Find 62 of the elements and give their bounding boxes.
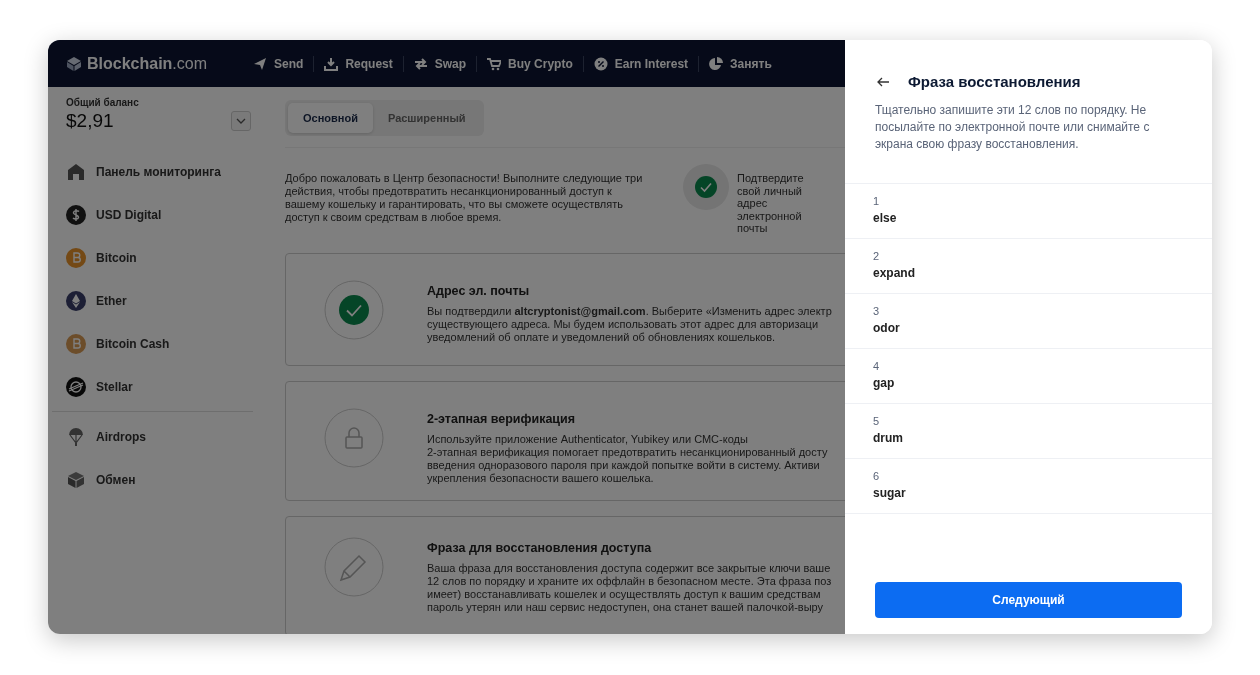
tab[interactable]: Расширенный — [372, 103, 481, 133]
recovery-word: odor — [873, 321, 901, 335]
nav-link[interactable]: Занять — [699, 56, 782, 71]
sidebar-item[interactable]: Bitcoin Cash — [48, 322, 263, 365]
panel-title: Фраза восстановления — [908, 73, 1081, 90]
card-description: Ваша фраза для восстановления доступа содержит все закрытые ключи ваше 12 слов по порядку и храните их оффлайн в безопасном месте. Эта фраза поз имеет) восстанавливать кошелек и осуществлять доступ к вашим средствам пароль утерян или наш сервис недоступен, она станет вашей палочкой-выру — [427, 561, 832, 614]
nav-link[interactable]: Swap — [403, 56, 477, 71]
lock-circle-icon — [324, 407, 384, 468]
recovery-word: drum — [873, 431, 904, 445]
word-number: 6 — [873, 470, 881, 482]
dollar-coin-icon — [66, 204, 86, 225]
pie-chart-icon — [709, 56, 724, 71]
bitcoin-coin-icon — [66, 247, 86, 268]
cube-icon — [66, 469, 86, 490]
card-title: Фраза для восстановления доступа — [427, 540, 653, 555]
word-number: 3 — [873, 305, 881, 317]
sidebar-item[interactable]: Обмен — [48, 458, 263, 501]
sidebar-item[interactable]: Stellar — [48, 365, 263, 408]
sidebar-item[interactable]: Ether — [48, 279, 263, 322]
word-number: 1 — [873, 195, 881, 207]
intro-text: Добро пожаловать в Центр безопасности! Выполните следующие три действия, чтобы предотвратить несанкционированный доступ к вашему кошельку и гарантировать, что вы сможете осуществлять доступ к своим средствам в любое время. — [285, 172, 644, 224]
chevron-down-icon — [236, 118, 246, 124]
check-circle-icon — [324, 279, 384, 340]
next-button[interactable]: Следующий — [875, 582, 1182, 618]
nav-link[interactable]: Earn Interest — [583, 56, 699, 71]
recovery-word: expand — [873, 266, 916, 280]
percent-icon — [593, 56, 608, 71]
nav-link[interactable]: Send — [243, 56, 314, 71]
parachute-icon — [66, 426, 86, 447]
sidebar-item[interactable]: USD Digital — [48, 193, 263, 236]
brand-logo: Blockchain.com — [87, 54, 208, 73]
sidebar-item[interactable]: Airdrops — [48, 415, 263, 458]
word-number: 2 — [873, 250, 881, 262]
paper-plane-icon — [253, 56, 268, 71]
word-number: 5 — [873, 415, 881, 427]
panel-description: Тщательно запишите эти 12 слов по порядку. Не посылайте по электронной почте или снимайте с экрана свою фразу восстановления. — [875, 102, 1151, 153]
card-description: Используйте приложение Authenticator, Yubikey или СМС-коды 2-этапная верификация помогает предотвратить несанкционированный досту введения одноразового пароля при каждой попытке войти в систему. Активи укрепления безопасности вашего кошелька. — [427, 432, 828, 485]
check-badge-icon — [683, 164, 729, 210]
word-number: 4 — [873, 360, 881, 372]
recovery-word: gap — [873, 376, 896, 390]
nav-link[interactable]: Request — [314, 56, 403, 71]
card-title: Адрес эл. почты — [427, 283, 531, 298]
download-icon — [324, 56, 339, 71]
cart-icon — [487, 56, 502, 71]
swap-arrows-icon — [413, 56, 428, 71]
pencil-circle-icon — [324, 536, 384, 597]
card-title: 2-этапная верификация — [427, 411, 577, 426]
card-description: Вы подтвердили altcryptonist@gmail.com. Выберите «Изменить адрес электр существующего адреса. Мы будем использовать этот адрес для авторизаци уведомлений об оплате и уведомлений об обновлениях кошельков. — [427, 304, 832, 344]
recovery-word: sugar — [873, 486, 907, 500]
sidebar-item[interactable]: Bitcoin — [48, 236, 263, 279]
verify-label: Подтвердите свой личный адрес электронной почты — [737, 172, 805, 235]
nav-link[interactable]: Buy Crypto — [477, 56, 583, 71]
balance-label: Общий баланс — [66, 97, 140, 108]
house-icon — [66, 161, 86, 182]
sidebar-item[interactable]: Панель мониторинга — [48, 150, 263, 193]
recovery-word: else — [873, 211, 898, 225]
tab[interactable]: Основной — [288, 103, 373, 133]
bitcoin-cash-coin-icon — [66, 333, 86, 354]
ether-coin-icon — [66, 290, 86, 311]
cube-icon — [66, 55, 82, 72]
stellar-coin-icon — [66, 376, 86, 397]
balance-amount: $2,91 — [66, 110, 114, 132]
